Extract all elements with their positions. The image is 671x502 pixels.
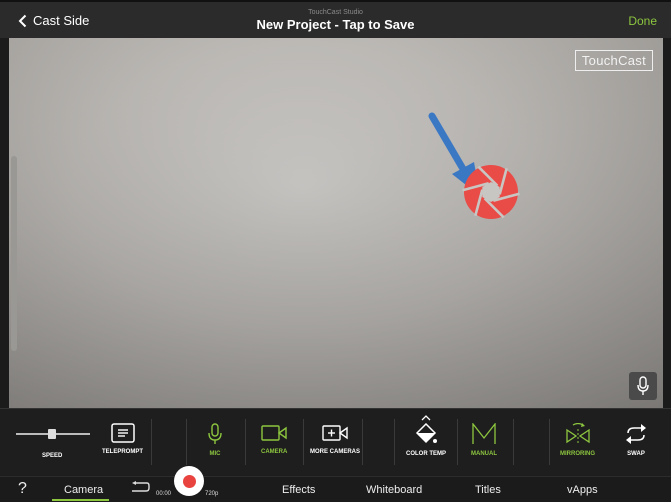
divider (457, 419, 458, 465)
divider (362, 419, 363, 465)
active-tab-indicator (52, 499, 109, 501)
manual-button[interactable]: MANUAL (471, 423, 497, 457)
divider (394, 419, 395, 465)
camera-preview[interactable]: TouchCast (9, 38, 663, 408)
more-cameras-button[interactable]: MORE CAMERAS (310, 423, 360, 455)
resolution-label: 720p (205, 491, 219, 497)
video-camera-icon (261, 425, 287, 441)
aperture-icon[interactable] (461, 162, 521, 222)
record-button[interactable] (174, 466, 204, 496)
tab-camera[interactable]: Camera (64, 484, 103, 496)
color-temp-button[interactable]: COLOR TEMP (406, 415, 446, 457)
tab-whiteboard[interactable]: Whiteboard (366, 484, 422, 496)
tab-titles[interactable]: Titles (475, 484, 501, 496)
divider (186, 419, 187, 465)
tab-vapps[interactable]: vApps (567, 484, 598, 496)
more-cameras-label: MORE CAMERAS (310, 449, 361, 455)
add-camera-icon (322, 425, 348, 441)
tab-effects[interactable]: Effects (282, 484, 315, 496)
divider (151, 419, 152, 465)
divider (303, 419, 304, 465)
teleprompt-label: TELEPROMPT (102, 449, 144, 455)
app-name: TouchCast Studio (308, 9, 363, 16)
touchcast-watermark: TouchCast (574, 50, 653, 71)
teleprompt-icon (110, 423, 135, 443)
color-temp-label: COLOR TEMP (406, 451, 446, 457)
teleprompt-button[interactable]: TELEPROMPT (102, 423, 143, 455)
top-bar: Cast Side TouchCast Studio New Project -… (0, 0, 671, 38)
mirror-icon (565, 423, 590, 444)
mic-label: MIC (209, 451, 221, 457)
divider (513, 419, 514, 465)
paint-bucket-icon (415, 423, 437, 444)
manual-label: MANUAL (471, 451, 497, 457)
mirroring-label: MIRRORING (560, 451, 595, 457)
speed-slider-handle[interactable] (48, 429, 56, 439)
mirroring-button[interactable]: MIRRORING (560, 423, 595, 457)
help-button[interactable]: ? (18, 480, 27, 498)
record-dot-icon (182, 474, 196, 488)
swap-button[interactable]: SWAP (625, 423, 647, 457)
camera-label: CAMERA (261, 449, 288, 455)
swap-arrows-icon (626, 424, 646, 444)
swap-label: SWAP (627, 451, 645, 457)
speed-label: SPEED (42, 453, 63, 459)
camera-button[interactable]: CAMERA (261, 423, 287, 455)
mic-overlay-button[interactable] (629, 372, 657, 400)
chevron-up-icon (421, 415, 431, 421)
record-time: 00:00 (156, 491, 172, 497)
divider (549, 419, 550, 465)
microphone-icon (208, 423, 222, 444)
tools-bar: SPEED TELEPROMPT MIC CAMERA MORE CAMERAS… (0, 408, 671, 476)
divider (245, 419, 246, 465)
left-panel-handle[interactable] (11, 156, 17, 351)
bottom-nav: ? Camera Effects Whiteboard Titles vApps (0, 476, 671, 502)
done-button[interactable]: Done (628, 14, 657, 28)
undo-icon[interactable] (130, 481, 150, 493)
microphone-icon (637, 376, 649, 395)
project-title[interactable]: New Project - Tap to Save (0, 17, 671, 32)
mic-button[interactable]: MIC (206, 423, 224, 457)
manual-m-icon (472, 423, 496, 444)
